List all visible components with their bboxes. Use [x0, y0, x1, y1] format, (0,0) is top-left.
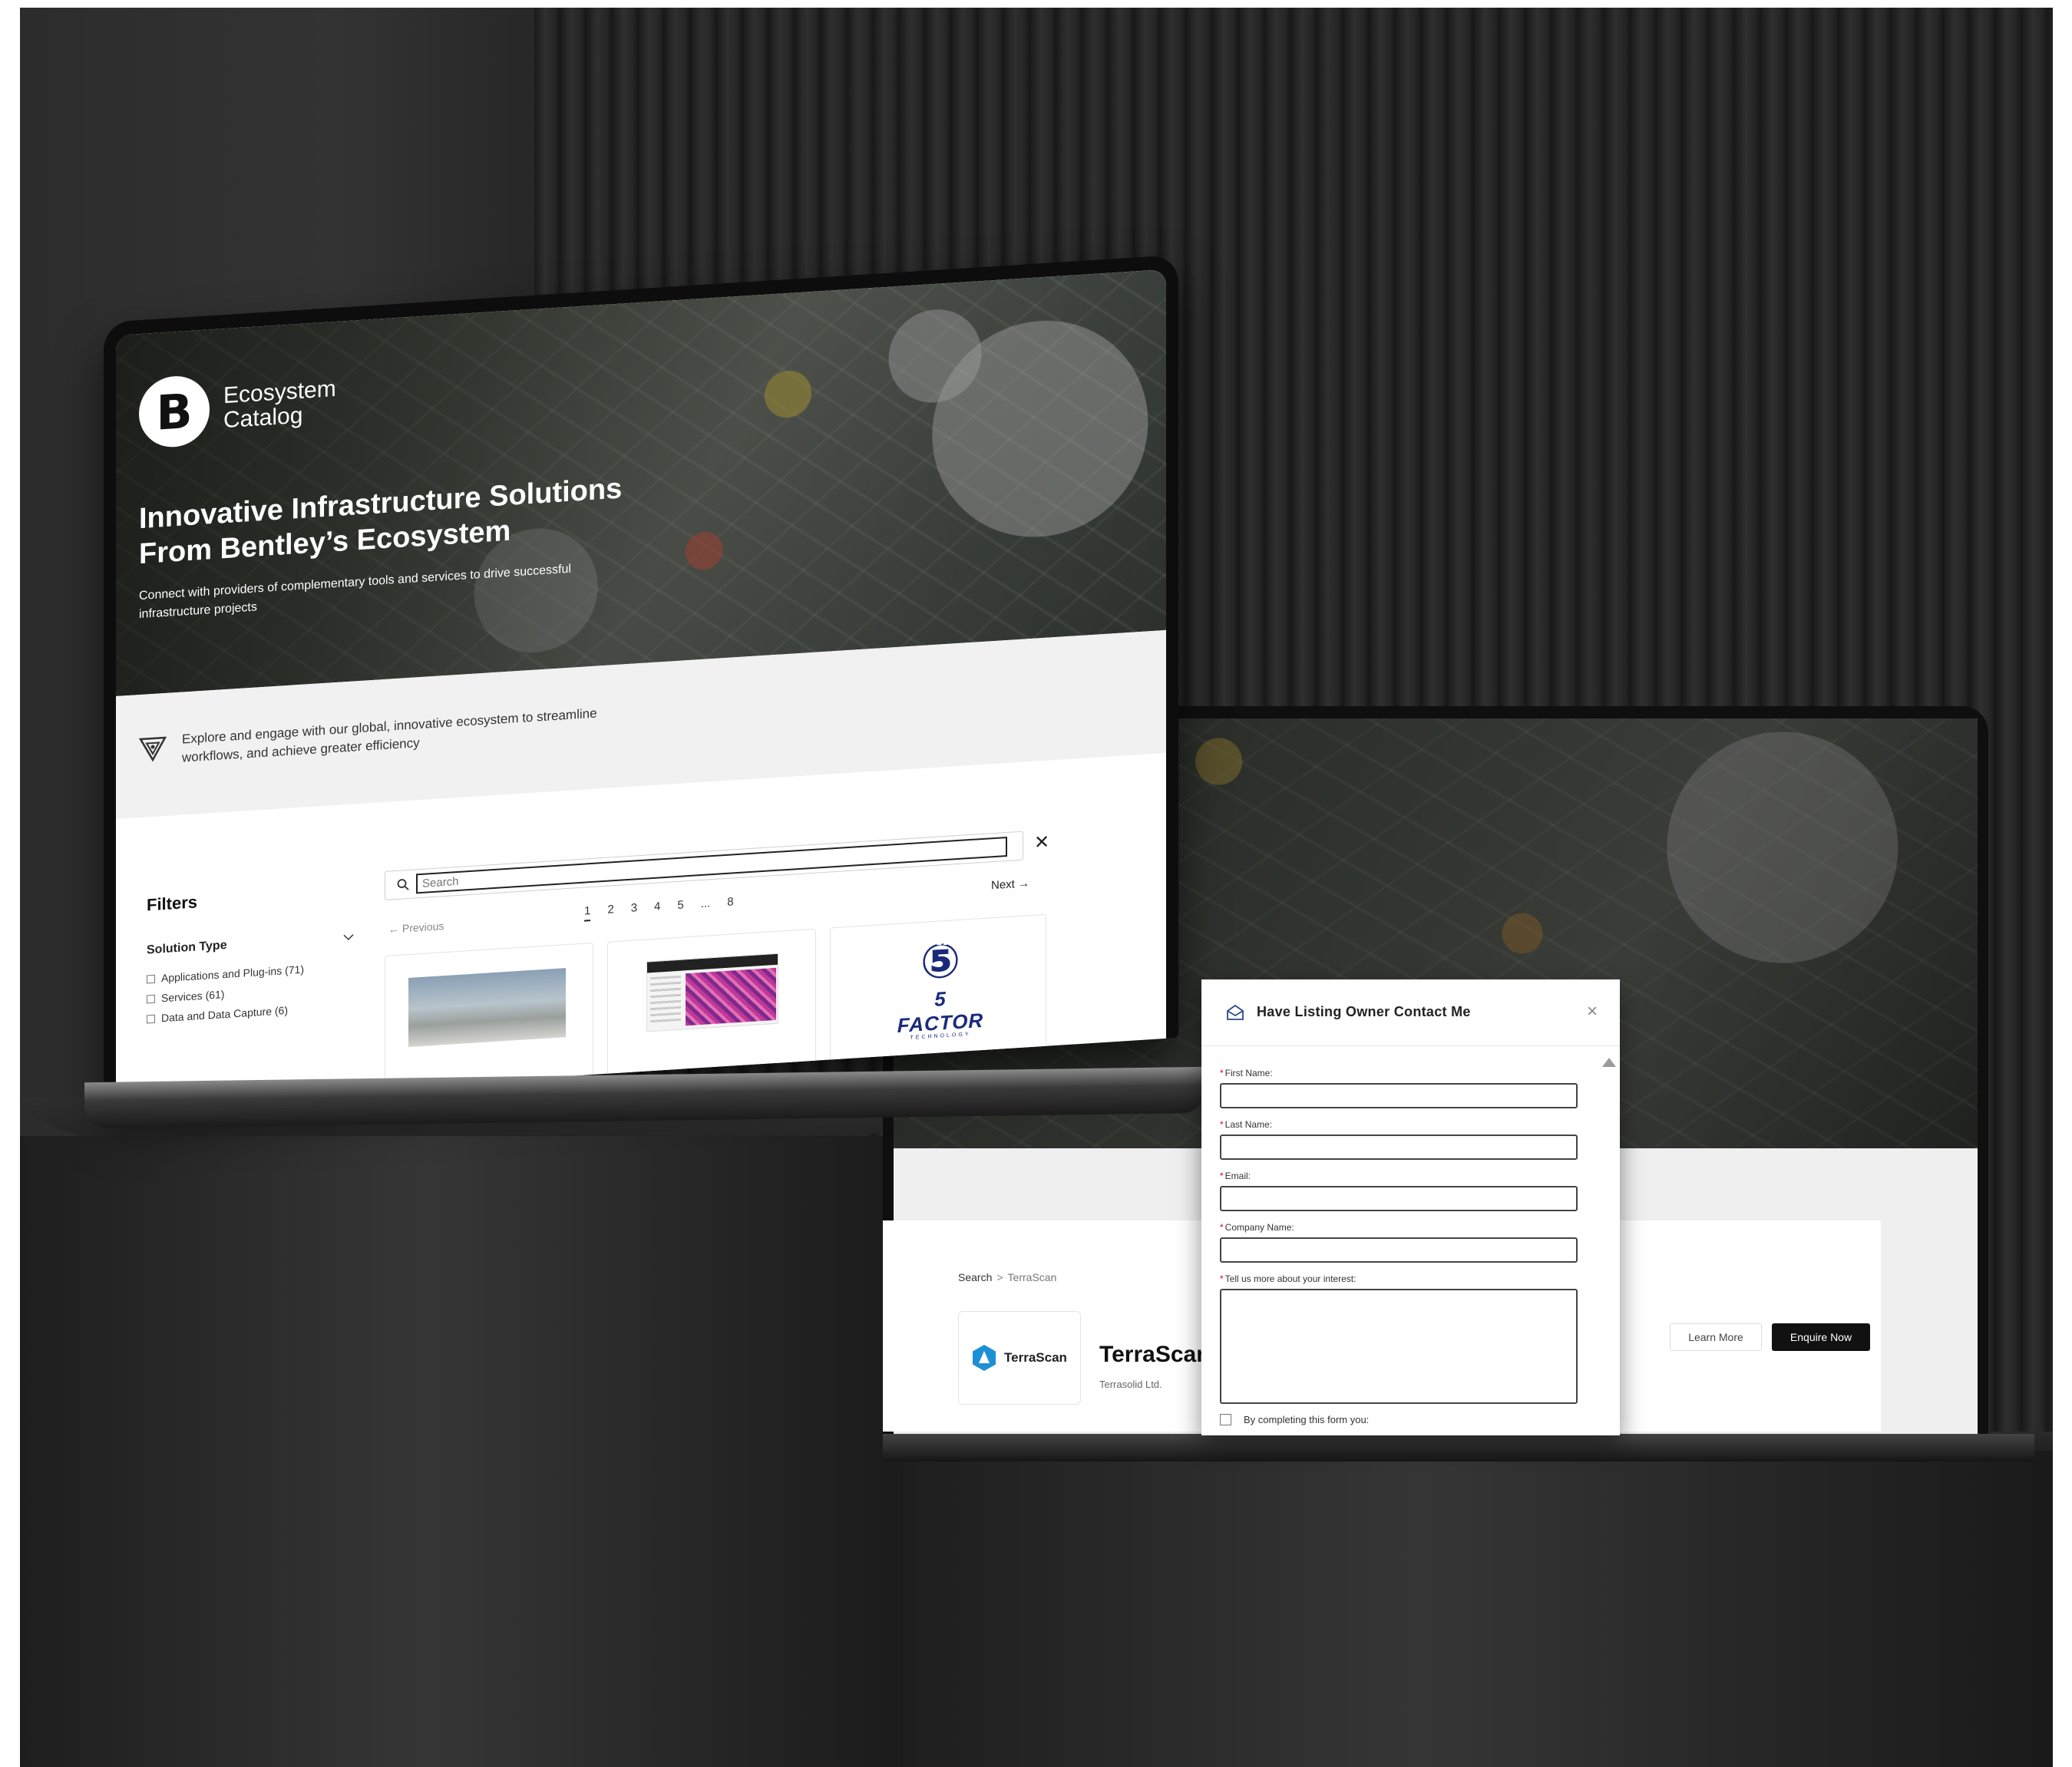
terrascan-logo: TerraScan — [958, 1311, 1081, 1405]
breadcrumb-separator: > — [996, 1271, 1003, 1283]
required-mark: * — [1220, 1171, 1224, 1181]
hero-title: Innovative Infrastructure Solutions From… — [139, 467, 676, 572]
filter-checkbox[interactable] — [147, 994, 155, 1003]
left-laptop-screen: B Ecosystem Catalog Innovative Infrastru… — [116, 269, 1166, 1105]
left-laptop: B Ecosystem Catalog Innovative Infrastru… — [104, 254, 1178, 1106]
search-icon — [397, 879, 409, 890]
chevron-down-icon[interactable] — [342, 930, 355, 943]
enquire-now-button[interactable]: Enquire Now — [1772, 1323, 1870, 1351]
breadcrumb-current: TerraScan — [1007, 1271, 1057, 1283]
filter-group-solution-type[interactable]: Solution Type — [147, 939, 227, 958]
terrascan-hexagon-icon — [973, 1345, 996, 1371]
pager-page[interactable]: 8 — [727, 895, 733, 913]
first-name-field[interactable] — [1220, 1083, 1578, 1108]
pager-page[interactable]: 5 — [677, 898, 683, 916]
required-mark: * — [1220, 1068, 1224, 1078]
company-name-field[interactable] — [1220, 1237, 1578, 1263]
consent-checkbox[interactable] — [1220, 1414, 1231, 1425]
filter-option-label: Services (61) — [161, 988, 225, 1005]
five-factor-logo-text: 5 FACTOR — [897, 986, 984, 1037]
email-field[interactable] — [1220, 1186, 1578, 1211]
required-mark: * — [1220, 1222, 1224, 1233]
filter-checkbox[interactable] — [147, 974, 155, 983]
pager-page[interactable]: 2 — [607, 903, 613, 920]
filter-option-label: Data and Data Capture (6) — [161, 1003, 288, 1025]
pager-previous-label: Previous — [402, 920, 444, 935]
listing-title: TerraScan — [1099, 1342, 1211, 1367]
card-image-city — [408, 968, 566, 1048]
pager-next[interactable]: Next → — [991, 877, 1029, 892]
ecosystem-catalog-logo[interactable]: B Ecosystem Catalog — [139, 366, 336, 450]
terrascan-logo-text: TerraScan — [1004, 1350, 1067, 1365]
modal-form: * First Name: * Last Name: * Email: * Compan… — [1201, 1046, 1620, 1404]
right-pedestal — [903, 1451, 2053, 1767]
pager-page[interactable]: 4 — [654, 900, 660, 917]
breadcrumb-root[interactable]: Search — [958, 1271, 992, 1283]
first-name-label-text: First Name: — [1224, 1068, 1273, 1078]
pager-next-label: Next — [991, 877, 1015, 893]
pager-pages: 1 2 3 4 5 ... 8 — [584, 895, 734, 922]
right-laptop-base — [883, 1434, 2034, 1461]
contact-owner-modal: Have Listing Owner Contact Me × * First N… — [1201, 979, 1620, 1435]
interest-label-text: Tell us more about your interest: — [1224, 1273, 1357, 1284]
card-image-map-app — [646, 953, 778, 1032]
interest-textarea[interactable] — [1220, 1289, 1578, 1404]
pager-page[interactable]: 3 — [631, 901, 637, 919]
required-mark: * — [1220, 1273, 1224, 1284]
modal-title: Have Listing Owner Contact Me — [1257, 1004, 1471, 1019]
interest-label: * Tell us more about your interest: — [1220, 1273, 1597, 1286]
search-input[interactable] — [416, 836, 1007, 894]
brand-name-line2: Catalog — [223, 402, 303, 434]
last-name-field[interactable] — [1220, 1135, 1578, 1160]
brand-name: Ecosystem Catalog — [223, 376, 336, 434]
required-mark: * — [1220, 1119, 1224, 1130]
filter-list: Applications and Plug-ins (71) Services … — [147, 959, 304, 1029]
bentley-b-icon: B — [139, 374, 210, 450]
filter-checkbox[interactable] — [147, 1014, 155, 1023]
tagline-text: Explore and engage with our global, inno… — [182, 701, 658, 768]
ecosystem-triangle-icon — [139, 736, 167, 762]
listing-company: Terrasolid Ltd. — [1099, 1379, 1162, 1390]
modal-header: Have Listing Owner Contact Me × — [1201, 979, 1620, 1046]
learn-more-button[interactable]: Learn More — [1670, 1323, 1762, 1351]
first-name-label: * First Name: — [1220, 1068, 1597, 1080]
left-pedestal — [20, 1136, 926, 1767]
close-icon[interactable]: × — [1587, 1001, 1598, 1022]
pager-previous[interactable]: ← Previous — [388, 920, 444, 936]
pager-page[interactable]: 1 — [584, 904, 591, 922]
pager-ellipsis: ... — [700, 897, 711, 911]
breadcrumb: Search > TerraScan — [958, 1271, 1056, 1283]
email-label-text: Email: — [1224, 1171, 1251, 1181]
consent-row: By completing this form you: — [1220, 1414, 1369, 1425]
search-bar — [385, 831, 1023, 900]
last-name-label-text: Last Name: — [1224, 1119, 1273, 1130]
company-name-label: * Company Name: — [1220, 1222, 1597, 1234]
last-name-label: * Last Name: — [1220, 1119, 1597, 1131]
catalog-hero-banner: B Ecosystem Catalog Innovative Infrastru… — [116, 269, 1166, 696]
close-icon[interactable]: ✕ — [1034, 831, 1049, 854]
email-label: * Email: — [1220, 1171, 1597, 1183]
arrow-right-icon: → — [1018, 877, 1030, 891]
listing-hero-title: ucture Solutions — [894, 922, 1100, 951]
consent-label: By completing this form you: — [1244, 1414, 1370, 1425]
filters-title: Filters — [147, 892, 198, 915]
envelope-icon — [1227, 1004, 1244, 1020]
company-name-label-text: Company Name: — [1224, 1222, 1294, 1233]
